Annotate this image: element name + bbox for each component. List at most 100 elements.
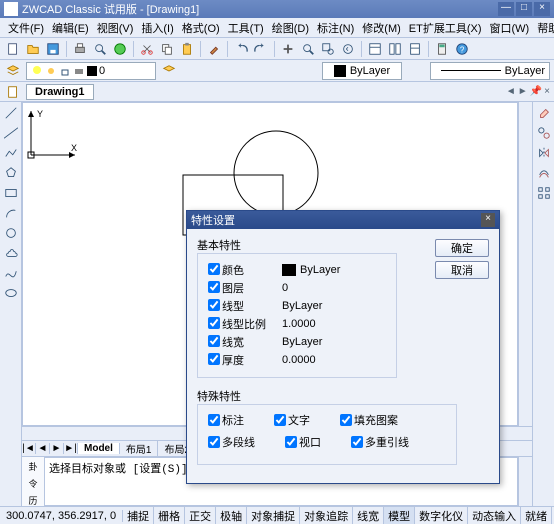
spline-icon[interactable] (2, 264, 20, 282)
app-title: ZWCAD Classic 试用版 - [Drawing1] (22, 1, 498, 17)
check-多重引线[interactable]: 多重引线 (351, 434, 409, 450)
prop-check-颜色[interactable] (208, 263, 220, 275)
vertical-scrollbar[interactable] (518, 102, 532, 426)
layer-previous-icon[interactable] (160, 62, 178, 80)
menu-item[interactable]: 修改(M) (358, 18, 405, 38)
copy-obj-icon[interactable] (535, 124, 553, 142)
status-数字化仪[interactable]: 数字化仪 (415, 507, 468, 524)
circle-icon[interactable] (2, 224, 20, 242)
tab-model[interactable]: Model (78, 443, 120, 454)
check-填充图案[interactable]: 填充图案 (340, 412, 398, 428)
layer-dropdown[interactable]: 0 (26, 62, 156, 80)
cmd-icon2[interactable]: 令 (24, 476, 42, 491)
prop-check-图层[interactable] (208, 281, 220, 293)
menu-item[interactable]: 帮助(H) (533, 18, 554, 38)
menu-item[interactable]: 文件(F) (4, 18, 48, 38)
check-视口[interactable]: 视口 (285, 434, 321, 450)
open-icon[interactable] (24, 40, 42, 58)
prop-check-线型[interactable] (208, 299, 220, 311)
pan-icon[interactable] (279, 40, 297, 58)
dialog-close-icon[interactable]: × (481, 213, 495, 227)
prop-check-线宽[interactable] (208, 335, 220, 347)
status-对象追踪[interactable]: 对象追踪 (300, 507, 353, 524)
menu-item[interactable]: 插入(I) (137, 18, 177, 38)
dialog-titlebar[interactable]: 特性设置 × (187, 211, 499, 229)
help-icon[interactable]: ? (453, 40, 471, 58)
check-多段线[interactable]: 多段线 (208, 434, 255, 450)
tab-nav-right[interactable]: ► (518, 86, 528, 97)
status-对象捕捉[interactable]: 对象捕捉 (247, 507, 300, 524)
design-center-icon[interactable] (386, 40, 404, 58)
undo-icon[interactable] (232, 40, 250, 58)
rectangle-icon[interactable] (2, 184, 20, 202)
status-正交[interactable]: 正交 (185, 507, 216, 524)
paste-icon[interactable] (178, 40, 196, 58)
maximize-button[interactable]: □ (516, 2, 532, 16)
revcloud-icon[interactable] (2, 244, 20, 262)
zoom-realtime-icon[interactable] (299, 40, 317, 58)
match-properties-icon[interactable] (205, 40, 223, 58)
xline-icon[interactable] (2, 124, 20, 142)
tab-next[interactable]: ► (50, 443, 64, 454)
cancel-button[interactable]: 取消 (435, 261, 489, 279)
menu-item[interactable]: 窗口(W) (486, 18, 534, 38)
check-文字[interactable]: 文字 (274, 412, 310, 428)
status-极轴[interactable]: 极轴 (216, 507, 247, 524)
menu-item[interactable]: 工具(T) (224, 18, 268, 38)
erase-icon[interactable] (535, 104, 553, 122)
minimize-button[interactable]: — (498, 2, 514, 16)
cmd-scrollbar[interactable] (518, 457, 532, 506)
print-icon[interactable] (71, 40, 89, 58)
tab-last[interactable]: ►| (64, 443, 78, 454)
close-button[interactable]: × (534, 2, 550, 16)
polyline-icon[interactable] (2, 144, 20, 162)
pin-icon[interactable]: 📌 (530, 86, 542, 97)
menu-item[interactable]: 视图(V) (93, 18, 138, 38)
properties-icon[interactable] (366, 40, 384, 58)
ok-button[interactable]: 确定 (435, 239, 489, 257)
status-就绪[interactable]: 就绪 (521, 507, 552, 524)
menu-item[interactable]: 绘图(D) (268, 18, 313, 38)
preview-icon[interactable] (91, 40, 109, 58)
status-栅格[interactable]: 栅格 (154, 507, 185, 524)
cut-icon[interactable] (138, 40, 156, 58)
check-标注[interactable]: 标注 (208, 412, 244, 428)
polygon-icon[interactable] (2, 164, 20, 182)
status-动态输入[interactable]: 动态输入 (468, 507, 521, 524)
save-icon[interactable] (44, 40, 62, 58)
menu-item[interactable]: ET扩展工具(X) (405, 18, 486, 38)
status-模型[interactable]: 模型 (384, 507, 415, 524)
tab-first[interactable]: |◄ (22, 443, 36, 454)
tool-palette-icon[interactable] (406, 40, 424, 58)
tab-prev[interactable]: ◄ (36, 443, 50, 454)
copy-icon[interactable] (158, 40, 176, 58)
cmd-icon1[interactable]: 卦 (24, 459, 42, 474)
tab-layout1[interactable]: 布局1 (120, 441, 159, 456)
arc-icon[interactable] (2, 204, 20, 222)
array-icon[interactable] (535, 184, 553, 202)
color-dropdown[interactable]: ByLayer (322, 62, 402, 80)
status-线宽[interactable]: 线宽 (353, 507, 384, 524)
tab-nav-left[interactable]: ◄ (506, 86, 516, 97)
prop-check-线型比例[interactable] (208, 317, 220, 329)
offset-icon[interactable] (535, 164, 553, 182)
zoom-previous-icon[interactable] (339, 40, 357, 58)
mirror-icon[interactable] (535, 144, 553, 162)
document-tab[interactable]: Drawing1 (26, 84, 94, 100)
menu-item[interactable]: 格式(O) (178, 18, 224, 38)
ellipse-icon[interactable] (2, 284, 20, 302)
publish-icon[interactable] (111, 40, 129, 58)
new-icon[interactable] (4, 40, 22, 58)
redo-icon[interactable] (252, 40, 270, 58)
linetype-dropdown[interactable]: ByLayer (430, 62, 550, 80)
menu-item[interactable]: 标注(N) (313, 18, 358, 38)
prop-check-厚度[interactable] (208, 353, 220, 365)
calculator-icon[interactable] (433, 40, 451, 58)
tab-close-icon[interactable]: × (544, 86, 550, 97)
svg-text:X: X (71, 143, 77, 153)
menu-item[interactable]: 编辑(E) (48, 18, 93, 38)
line-icon[interactable] (2, 104, 20, 122)
status-捕捉[interactable]: 捕捉 (123, 507, 154, 524)
zoom-window-icon[interactable] (319, 40, 337, 58)
layer-manager-icon[interactable] (4, 62, 22, 80)
